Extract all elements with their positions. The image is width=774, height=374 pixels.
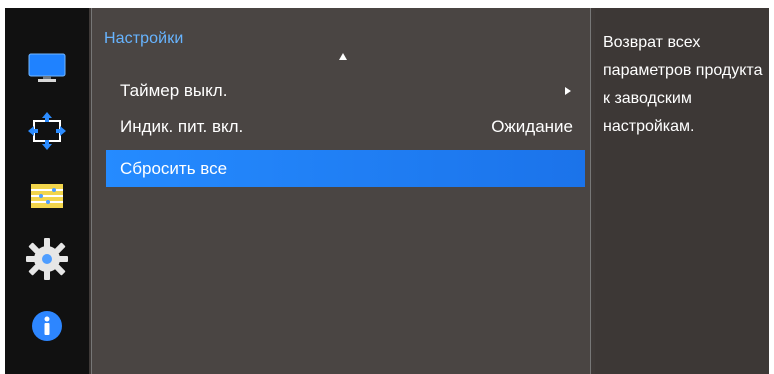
display-icon[interactable] — [15, 42, 79, 94]
menu-item-label: Таймер выкл. — [120, 80, 228, 100]
position-icon[interactable] — [15, 105, 79, 157]
osd-sidebar — [5, 8, 89, 374]
panel-title: Настройки — [104, 30, 184, 47]
settings-panel: Настройки Таймер выкл. Индик. пит. вкл. … — [91, 8, 591, 374]
menu-item-power-indicator[interactable]: Индик. пит. вкл. Ожидание — [106, 108, 585, 145]
menu-item-label: Индик. пит. вкл. — [120, 116, 244, 136]
settings-list-icon[interactable] — [15, 170, 79, 222]
menu-item-value: Ожидание — [491, 116, 573, 136]
chevron-right-icon — [565, 86, 571, 95]
menu-item-reset-all[interactable]: Сбросить все — [106, 150, 585, 187]
monitor-osd-window: Настройки Таймер выкл. Индик. пит. вкл. … — [5, 8, 769, 374]
menu-item-label: Сбросить все — [120, 158, 228, 178]
help-text: Возврат всех параметров продукта к завод… — [603, 34, 763, 135]
info-icon[interactable] — [15, 300, 79, 352]
scroll-up-icon[interactable] — [339, 53, 347, 60]
gear-icon[interactable] — [15, 233, 79, 285]
help-panel: Возврат всех параметров продукта к завод… — [595, 8, 769, 374]
menu-item-off-timer[interactable]: Таймер выкл. — [106, 72, 585, 109]
